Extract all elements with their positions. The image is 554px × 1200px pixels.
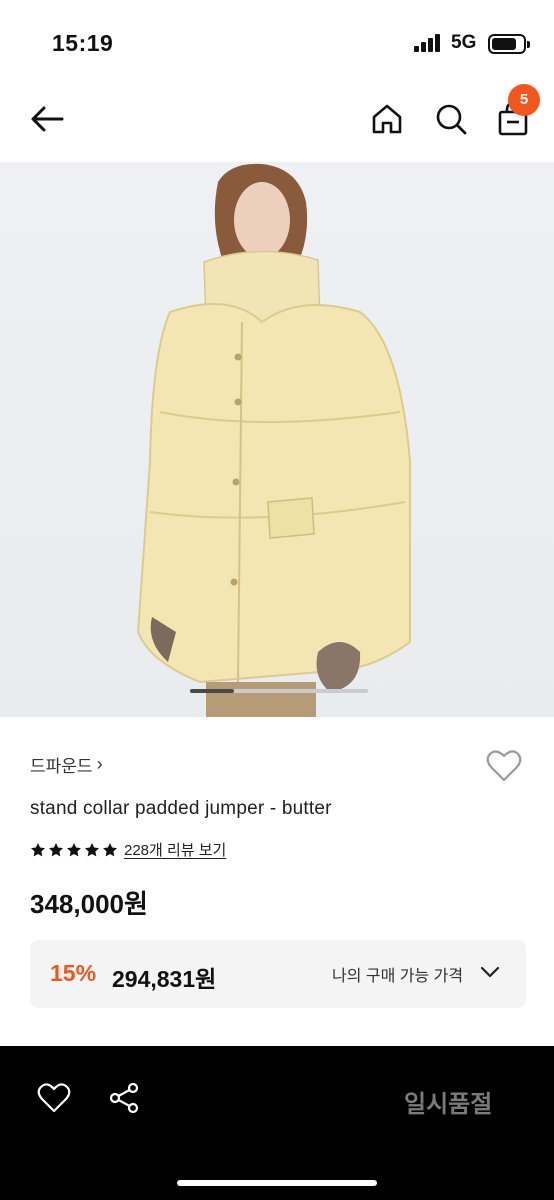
soldout-button[interactable]: 일시품절 — [404, 1084, 492, 1119]
my-price-box[interactable]: 15% 294,831원 나의 구매 가능 가격 — [30, 940, 526, 1008]
signal-icon — [414, 34, 444, 52]
status-time: 15:19 — [52, 30, 114, 56]
heart-icon[interactable] — [36, 1080, 72, 1116]
top-nav — [0, 80, 554, 162]
cart-count-badge: 5 — [508, 84, 540, 116]
rating-row: 228개 리뷰 보기 — [30, 839, 226, 860]
original-price: 348,000원 — [30, 889, 148, 919]
gallery-indicator-active — [190, 689, 234, 693]
search-icon[interactable] — [430, 98, 472, 140]
brand-link[interactable]: 드파운드 › — [30, 752, 103, 777]
share-icon[interactable] — [106, 1080, 142, 1116]
network-type: 5G — [451, 32, 477, 53]
rating-stars — [30, 842, 118, 858]
review-link[interactable]: 228개 리뷰 보기 — [124, 839, 226, 860]
bottom-action-bar: 일시품절 — [0, 1046, 554, 1200]
chevron-down-icon[interactable] — [478, 960, 502, 984]
status-bar: 15:19 5G — [0, 0, 554, 80]
arrow-left-icon[interactable] — [26, 98, 68, 140]
heart-icon[interactable] — [484, 746, 524, 786]
star-icon — [103, 842, 117, 856]
star-icon — [85, 842, 99, 856]
product-title: stand collar padded jumper - butter — [30, 798, 332, 819]
battery-icon — [488, 34, 530, 54]
star-icon — [67, 842, 81, 856]
home-indicator — [177, 1180, 377, 1186]
brand-name: 드파운드 — [30, 757, 93, 776]
star-icon — [31, 842, 45, 856]
discount-price: 294,831원 — [112, 966, 217, 992]
product-image[interactable] — [0, 162, 554, 717]
my-price-label: 나의 구매 가능 가격 — [332, 968, 464, 985]
product-photo — [136, 163, 411, 717]
chevron-right-icon: › — [96, 754, 103, 774]
home-icon[interactable] — [366, 98, 408, 140]
star-icon — [49, 842, 63, 856]
discount-rate: 15% — [50, 960, 97, 986]
